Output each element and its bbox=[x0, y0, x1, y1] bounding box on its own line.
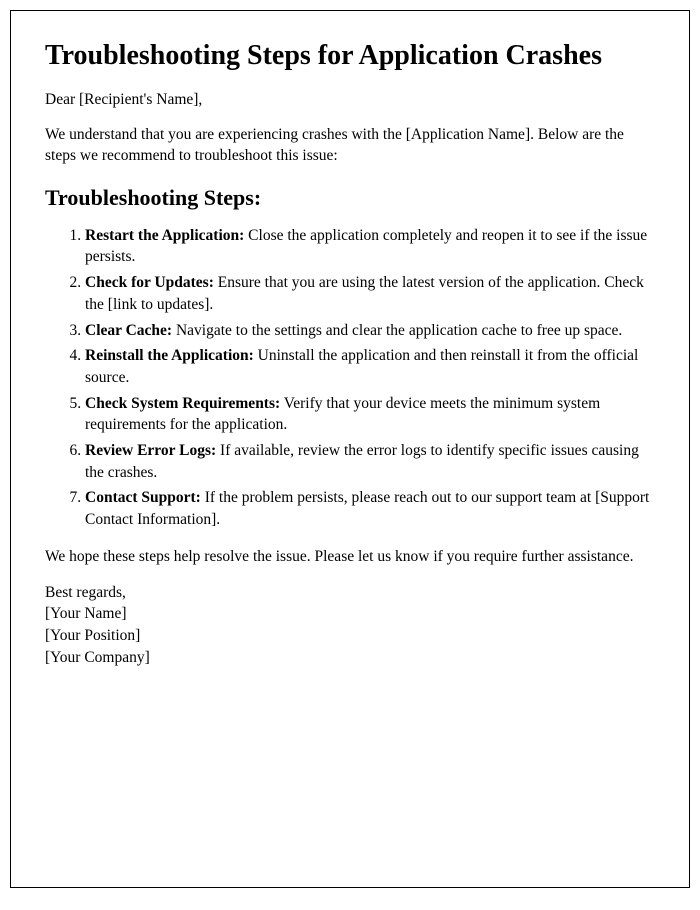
closing-line: Best regards, bbox=[45, 584, 126, 601]
page-title: Troubleshooting Steps for Application Cr… bbox=[45, 39, 655, 72]
list-item: Clear Cache: Navigate to the settings an… bbox=[85, 320, 655, 342]
step-title: Reinstall the Application: bbox=[85, 347, 254, 364]
list-item: Review Error Logs: If available, review … bbox=[85, 440, 655, 483]
list-item: Reinstall the Application: Uninstall the… bbox=[85, 345, 655, 388]
step-title: Contact Support: bbox=[85, 489, 201, 506]
step-title: Restart the Application: bbox=[85, 227, 244, 244]
signoff-block: Best regards, [Your Name] [Your Position… bbox=[45, 582, 655, 669]
outro-paragraph: We hope these steps help resolve the iss… bbox=[45, 547, 655, 568]
sender-company: [Your Company] bbox=[45, 649, 150, 666]
document-page: Troubleshooting Steps for Application Cr… bbox=[10, 10, 690, 888]
sender-name: [Your Name] bbox=[45, 605, 127, 622]
step-title: Check for Updates: bbox=[85, 274, 214, 291]
section-heading: Troubleshooting Steps: bbox=[45, 185, 655, 211]
list-item: Check for Updates: Ensure that you are u… bbox=[85, 272, 655, 315]
list-item: Restart the Application: Close the appli… bbox=[85, 225, 655, 268]
step-title: Review Error Logs: bbox=[85, 442, 216, 459]
steps-list: Restart the Application: Close the appli… bbox=[45, 225, 655, 531]
step-body: Navigate to the settings and clear the a… bbox=[172, 322, 622, 339]
step-title: Clear Cache: bbox=[85, 322, 172, 339]
intro-paragraph: We understand that you are experiencing … bbox=[45, 125, 655, 167]
list-item: Contact Support: If the problem persists… bbox=[85, 487, 655, 530]
sender-position: [Your Position] bbox=[45, 627, 140, 644]
step-title: Check System Requirements: bbox=[85, 395, 280, 412]
greeting-line: Dear [Recipient's Name], bbox=[45, 90, 655, 111]
list-item: Check System Requirements: Verify that y… bbox=[85, 393, 655, 436]
